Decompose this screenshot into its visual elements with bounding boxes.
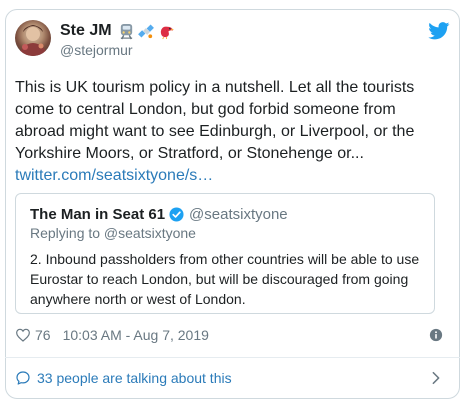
avatar[interactable] bbox=[15, 20, 51, 56]
author-display-name[interactable]: Ste JM bbox=[60, 22, 112, 40]
like-count[interactable]: 76 bbox=[35, 327, 51, 343]
quoted-author-handle: @seatsixtyone bbox=[189, 206, 288, 223]
tweet-text: This is UK tourism policy in a nutshell.… bbox=[15, 77, 445, 187]
quoted-tweet-text: 2. Inbound passholders from other countr… bbox=[30, 251, 420, 307]
tweet-link[interactable]: twitter.com/seatsixtyone/s… bbox=[15, 165, 445, 187]
quoted-tweet[interactable]: The Man in Seat 61 @seatsixtyone Replyin… bbox=[15, 193, 435, 314]
tweet-meta: 76 10:03 AM - Aug 7, 2019 bbox=[15, 325, 445, 345]
heart-icon[interactable] bbox=[15, 327, 31, 343]
twitter-bird-icon[interactable] bbox=[428, 22, 450, 40]
comment-bubble-icon bbox=[16, 371, 30, 385]
talking-about-link[interactable]: 33 people are talking about this bbox=[15, 364, 445, 392]
bird-icon bbox=[160, 26, 174, 39]
quoted-tweet-header: The Man in Seat 61 @seatsixtyone bbox=[30, 206, 288, 223]
chevron-right-icon bbox=[432, 371, 440, 385]
tweet-body: This is UK tourism policy in a nutshell.… bbox=[15, 79, 415, 162]
author-handle[interactable]: @stejormur bbox=[60, 42, 133, 58]
satellite-icon bbox=[137, 24, 154, 38]
avatar-image bbox=[19, 25, 47, 56]
footer-divider bbox=[5, 357, 460, 358]
info-icon[interactable] bbox=[429, 328, 443, 342]
author-emojis bbox=[118, 23, 175, 40]
talking-about-text: 33 people are talking about this bbox=[37, 370, 232, 386]
verified-badge-icon bbox=[169, 207, 184, 222]
replying-to: Replying to @seatsixtyone bbox=[30, 225, 196, 241]
author-name-row: Ste JM bbox=[60, 22, 175, 40]
train-icon bbox=[120, 23, 132, 39]
tweet-timestamp[interactable]: 10:03 AM - Aug 7, 2019 bbox=[63, 327, 209, 343]
quoted-author-name: The Man in Seat 61 bbox=[30, 206, 166, 223]
